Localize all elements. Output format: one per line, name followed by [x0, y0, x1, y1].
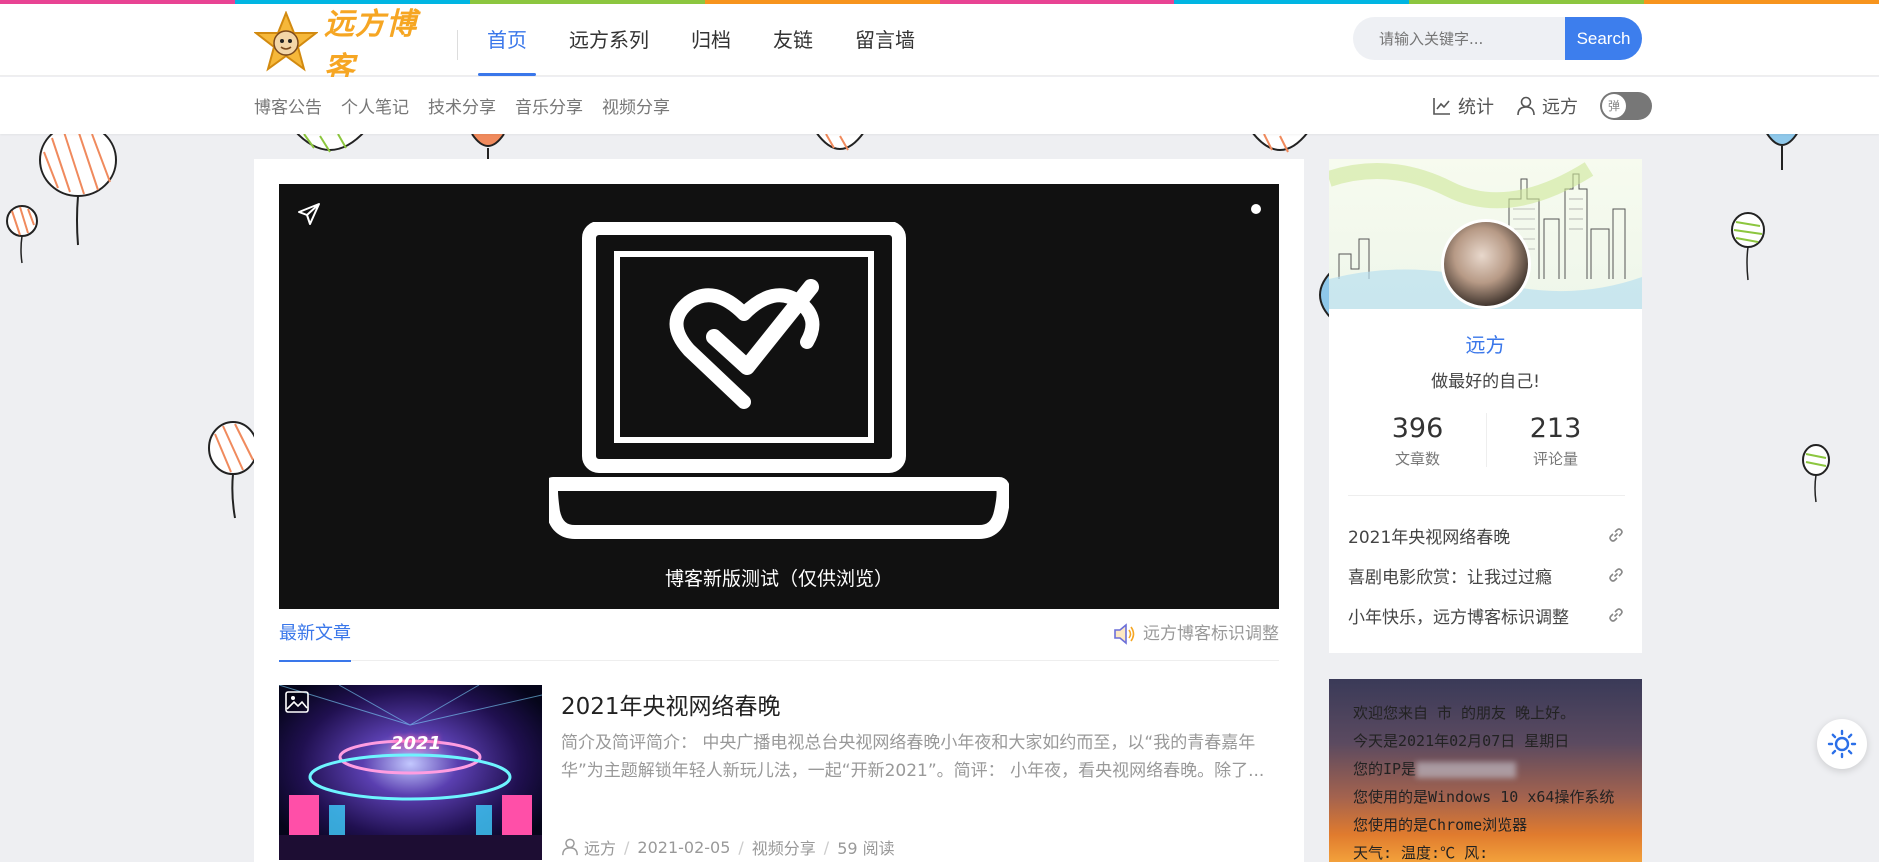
- nav-guestbook[interactable]: 留言墙: [838, 4, 932, 76]
- stat-comments-label: 评论量: [1532, 450, 1578, 468]
- category-video[interactable]: 视频分享: [602, 93, 670, 118]
- user-link[interactable]: 远方: [1516, 93, 1578, 119]
- welcome-card: 欢迎您来自 市 的朋友 晚上好。 今天是2021年02月07日 星期日 您的IP…: [1329, 679, 1642, 862]
- balloon-decoration: [1251, 132, 1309, 153]
- nav-archive[interactable]: 归档: [674, 4, 748, 76]
- site-logo[interactable]: 远方博客: [253, 7, 424, 86]
- image-icon: [285, 691, 309, 713]
- article-thumbnail[interactable]: 2021: [279, 685, 542, 860]
- meta-separator: /: [823, 837, 830, 857]
- category-notes[interactable]: 个人笔记: [341, 93, 409, 118]
- recent-link-item[interactable]: 喜剧电影欣赏：让我过过瘾: [1348, 555, 1625, 595]
- category-announcement[interactable]: 博客公告: [254, 93, 322, 118]
- send-icon: [298, 203, 320, 225]
- link-icon: [1609, 608, 1623, 622]
- theme-toggle-button[interactable]: [1817, 719, 1867, 769]
- welcome-line: 您的IP是: [1353, 760, 1417, 778]
- welcome-line: 欢迎您来自 市 的朋友 晚上好。: [1353, 704, 1576, 722]
- balloon-decoration: [1802, 444, 1830, 503]
- article-title[interactable]: 2021年央视网络春晚: [561, 687, 781, 721]
- welcome-line: 您使用的是Windows 10 x64操作系统: [1353, 788, 1615, 806]
- balloon-decoration: [471, 134, 505, 162]
- profile-stats: 396 文章数 213 评论量: [1349, 413, 1624, 473]
- slider-dot[interactable]: [1251, 204, 1261, 214]
- main-content: 博客新版测试（仅供浏览） 最新文章 远方博客标识调整 2021 2021年央视网…: [254, 159, 1304, 862]
- recent-link-item[interactable]: 小年快乐，远方博客标识调整: [1348, 595, 1625, 635]
- search-box: Search: [1353, 17, 1643, 60]
- announcement-ticker[interactable]: 远方博客标识调整: [1113, 619, 1279, 649]
- category-tech[interactable]: 技术分享: [428, 93, 496, 118]
- article-meta: 远方 / 2021-02-05 / 视频分享 / 59 阅读: [561, 835, 895, 859]
- article-summary: 简介及简评简介： 中央广播电视总台央视网络春晚小年夜和大家如约而至，以“我的青春…: [561, 733, 1265, 781]
- category-nav: 博客公告 个人笔记 技术分享 音乐分享 视频分享: [254, 77, 689, 134]
- header-divider: [457, 30, 458, 60]
- article-date: 2021-02-05: [637, 837, 731, 857]
- balloon-decoration: [1731, 212, 1765, 281]
- stats-label: 统计: [1458, 96, 1494, 118]
- star-mascot-icon: [253, 10, 319, 75]
- laptop-heart-icon: [549, 222, 1009, 539]
- recent-link-item[interactable]: 2021年央视网络春晚: [1348, 515, 1625, 555]
- welcome-line: 今天是2021年02月07日 星期日: [1353, 732, 1570, 750]
- nav-home[interactable]: 首页: [470, 4, 544, 76]
- profile-name[interactable]: 远方: [1329, 329, 1642, 358]
- stat-comments-value: 213: [1529, 413, 1582, 444]
- article-item[interactable]: 2021 2021年央视网络春晚 简介及简评简介： 中央广播电视总台央视网络春晚…: [279, 685, 1279, 862]
- nav-series[interactable]: 远方系列: [552, 4, 666, 76]
- tab-latest-articles[interactable]: 最新文章: [279, 619, 351, 662]
- announcement-text: 远方博客标识调整: [1143, 624, 1279, 644]
- recent-links-list: 2021年央视网络春晚 喜剧电影欣赏：让我过过瘾 小年快乐，远方博客标识调整: [1348, 515, 1625, 635]
- article-reads: 59 阅读: [837, 839, 895, 858]
- ip-redacted: [1416, 761, 1517, 778]
- meta-separator: /: [738, 837, 744, 857]
- balloon-decoration: [293, 130, 367, 153]
- balloon-decoration: [1765, 132, 1799, 170]
- user-icon: [562, 838, 578, 856]
- article-tabs: 最新文章 远方博客标识调整: [279, 619, 1279, 662]
- meta-separator: /: [624, 837, 630, 857]
- recent-link-text: 喜剧电影欣赏：让我过过瘾: [1348, 567, 1552, 588]
- banner-caption: 博客新版测试（仅供浏览）: [664, 568, 893, 590]
- link-icon: [1609, 528, 1623, 542]
- sun-icon: [1827, 729, 1857, 759]
- logo-text: 远方博客: [324, 7, 417, 86]
- nav-links[interactable]: 友链: [756, 4, 830, 76]
- recent-link-text: 2021年央视网络春晚: [1348, 527, 1511, 548]
- recent-link-text: 小年快乐，远方博客标识调整: [1348, 607, 1569, 628]
- stat-articles-label: 文章数: [1394, 450, 1440, 468]
- sub-header: 博客公告 个人笔记 技术分享 音乐分享 视频分享 统计 远方 弹: [0, 77, 1879, 134]
- stats-link[interactable]: 统计: [1432, 93, 1494, 119]
- speaker-icon: [1114, 623, 1135, 645]
- welcome-line: 您使用的是Chrome浏览器: [1353, 816, 1528, 834]
- main-nav: 首页 远方系列 归档 友链 留言墙: [470, 4, 940, 76]
- balloon-decoration: [6, 205, 38, 264]
- search-button[interactable]: Search: [1565, 17, 1642, 60]
- thumbnail-year-text: 2021: [391, 733, 442, 754]
- header-tools: 统计 远方 弹: [1432, 77, 1652, 134]
- banner-slider[interactable]: 博客新版测试（仅供浏览）: [279, 184, 1279, 609]
- user-icon: [1517, 96, 1535, 115]
- welcome-ip-line: 您的IP是: [1353, 755, 1642, 783]
- stat-comments: 213 评论量: [1487, 413, 1624, 473]
- profile-motto: 做最好的自己!: [1431, 372, 1540, 392]
- article-category[interactable]: 视频分享: [752, 835, 816, 859]
- profile-card: 远方 做最好的自己! 396 文章数 213 评论量 2021年央视网络春晚 喜…: [1329, 159, 1642, 653]
- welcome-line: 天气: 温度:℃ 风:: [1353, 844, 1489, 862]
- balloon-decoration: [39, 130, 117, 246]
- stat-articles: 396 文章数: [1349, 413, 1486, 473]
- link-icon: [1609, 568, 1623, 582]
- balloon-decoration: [815, 132, 865, 151]
- danmaku-toggle[interactable]: 弹: [1600, 91, 1652, 120]
- avatar[interactable]: [1441, 219, 1531, 309]
- profile-divider: [1348, 495, 1625, 496]
- stat-articles-value: 396: [1391, 413, 1444, 444]
- user-label: 远方: [1542, 96, 1578, 118]
- balloon-decoration: [208, 421, 258, 519]
- search-input[interactable]: [1353, 17, 1565, 60]
- top-header: 远方博客 首页 远方系列 归档 友链 留言墙 Search: [0, 4, 1879, 86]
- toggle-knob: 弹: [1602, 93, 1626, 118]
- category-music[interactable]: 音乐分享: [515, 93, 583, 118]
- chart-line-icon: [1433, 97, 1450, 115]
- article-author[interactable]: 远方: [584, 835, 616, 859]
